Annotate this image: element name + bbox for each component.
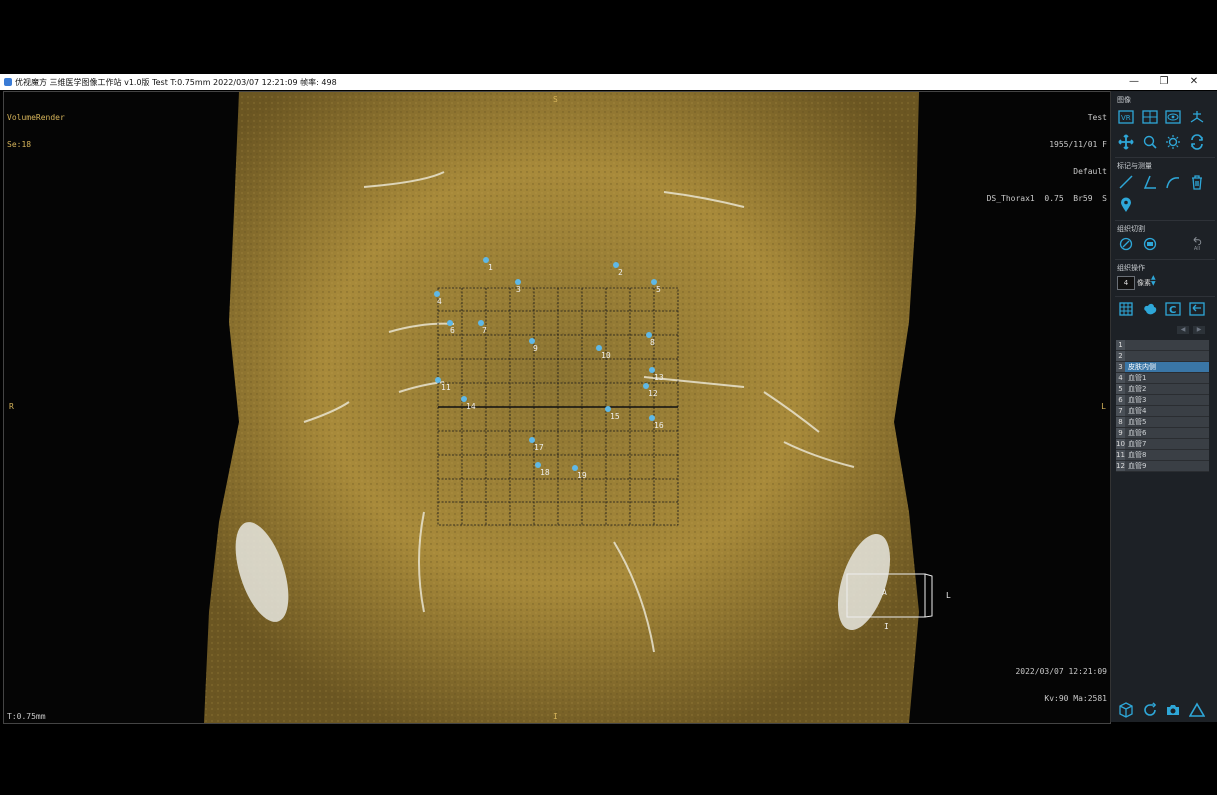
c-icon[interactable]: C <box>1164 301 1182 317</box>
svg-text:L: L <box>946 591 951 600</box>
cube-icon[interactable] <box>1117 702 1135 718</box>
rotate-icon[interactable] <box>1188 134 1206 150</box>
svg-text:8: 8 <box>650 338 655 347</box>
window-controls: — ❐ ✕ <box>1119 74 1209 90</box>
list-item[interactable]: 6 血管3 <box>1116 395 1209 406</box>
svg-text:3: 3 <box>516 285 521 294</box>
svg-text:19: 19 <box>577 471 587 480</box>
window-title: 优视魔方 三维医学图像工作站 v1.0版 Test T:0.75mm 2022/… <box>15 77 337 87</box>
list-item[interactable]: 9 血管6 <box>1116 428 1209 439</box>
cut-region-icon[interactable] <box>1141 236 1159 252</box>
trash-icon[interactable] <box>1188 174 1206 190</box>
orientation-top: S <box>553 95 558 104</box>
svg-text:A: A <box>882 588 887 597</box>
svg-text:7: 7 <box>482 326 487 335</box>
svg-text:12: 12 <box>648 389 658 398</box>
svg-text:13: 13 <box>654 373 664 382</box>
spin-arrows[interactable]: ▲ ▼ <box>1151 275 1156 287</box>
svg-text:VR: VR <box>1121 114 1131 122</box>
svg-text:6: 6 <box>450 326 455 335</box>
svg-text:16: 16 <box>654 421 664 430</box>
render-mode-label: VolumeRender Se:18 <box>7 113 65 149</box>
list-item[interactable]: 4 血管1 <box>1116 373 1209 384</box>
scissors-icon[interactable] <box>1117 236 1135 252</box>
section-ops-label: 组织操作 <box>1117 264 1145 272</box>
list-item[interactable]: 7 血管4 <box>1116 406 1209 417</box>
list-item[interactable]: 5 血管2 <box>1116 384 1209 395</box>
reset-icon[interactable] <box>1188 301 1206 317</box>
vr-icon[interactable]: VR <box>1117 109 1135 125</box>
undo-all-icon[interactable]: All <box>1188 236 1206 252</box>
svg-text:18: 18 <box>540 468 550 477</box>
grid-icon[interactable] <box>1117 301 1135 317</box>
thickness-label: T:0.75mm <box>7 712 46 721</box>
camera-icon[interactable] <box>1164 702 1182 718</box>
svg-text:10: 10 <box>601 351 611 360</box>
list-prev-button[interactable]: ◀ <box>1177 326 1189 334</box>
brightness-icon[interactable] <box>1164 134 1182 150</box>
acquisition-info: 2022/03/07 12:21:09 Kv:90 Ma:2581 <box>1015 667 1107 703</box>
list-item[interactable]: 11 血管8 <box>1116 450 1209 461</box>
angle-measure-icon[interactable] <box>1141 174 1159 190</box>
marker-3: 3 <box>515 279 521 294</box>
svg-text:1: 1 <box>488 263 493 272</box>
volume-render-image[interactable]: 1 2 3 4 5 6 7 8 9 10 11 12 13 14 15 16 1… <box>4 92 1110 723</box>
list-item-selected[interactable]: 3 皮肤内侧 <box>1116 362 1209 373</box>
list-item[interactable]: 2 <box>1116 351 1209 362</box>
eye-icon[interactable] <box>1164 109 1182 125</box>
list-item[interactable]: 1 <box>1116 340 1209 351</box>
divider <box>1115 296 1215 297</box>
pixel-unit-label: 像素 <box>1137 279 1151 287</box>
location-pin-icon[interactable] <box>1117 197 1135 213</box>
patient-info: Test 1955/11/01 F Default DS_Thorax1 0.7… <box>986 113 1107 203</box>
section-marks-label: 标记与测量 <box>1117 162 1152 170</box>
volume-render-viewport[interactable]: 1 2 3 4 5 6 7 8 9 10 11 12 13 14 15 16 1… <box>3 91 1111 724</box>
section-image-label: 图像 <box>1117 96 1131 104</box>
divider <box>1115 157 1215 158</box>
svg-text:I: I <box>884 622 889 631</box>
pixel-spinbox[interactable]: 4 <box>1117 276 1135 290</box>
refresh-icon[interactable] <box>1141 702 1159 718</box>
orientation-left: R <box>9 402 14 411</box>
svg-text:9: 9 <box>533 344 538 353</box>
svg-text:C: C <box>1169 305 1176 316</box>
svg-text:11: 11 <box>441 383 451 392</box>
control-panel: 图像 VR 标记与测量 组织切割 All 组织操作 4 像素 ▲ ▼ C ◀ ▶… <box>1110 91 1217 722</box>
divider <box>1115 220 1215 221</box>
svg-text:4: 4 <box>437 297 442 306</box>
curve-measure-icon[interactable] <box>1164 174 1182 190</box>
tissue-list: 1 2 3 皮肤内侧 4 血管1 5 血管2 6 血管3 7 血管4 8 血管5 9 血管6 … <box>1116 340 1209 472</box>
list-item[interactable]: 10 血管7 <box>1116 439 1209 450</box>
list-item[interactable]: 12 血管9 <box>1116 461 1209 472</box>
zoom-icon[interactable] <box>1141 134 1159 150</box>
list-next-button[interactable]: ▶ <box>1193 326 1205 334</box>
svg-text:14: 14 <box>466 402 476 411</box>
blob-icon[interactable] <box>1141 301 1159 317</box>
close-button[interactable]: ✕ <box>1179 74 1209 90</box>
app-icon <box>4 78 12 86</box>
triangle-icon[interactable] <box>1188 702 1206 718</box>
line-measure-icon[interactable] <box>1117 174 1135 190</box>
section-tissue-label: 组织切割 <box>1117 225 1145 233</box>
orientation-bottom: I <box>553 712 558 721</box>
axes-icon[interactable] <box>1188 109 1206 125</box>
mpr-icon[interactable] <box>1141 109 1159 125</box>
svg-text:17: 17 <box>534 443 544 452</box>
move-icon[interactable] <box>1117 134 1135 150</box>
svg-text:15: 15 <box>610 412 620 421</box>
list-item[interactable]: 8 血管5 <box>1116 417 1209 428</box>
minimize-button[interactable]: — <box>1119 74 1149 90</box>
divider <box>1115 259 1215 260</box>
undo-all-label: All <box>1193 246 1201 252</box>
svg-text:5: 5 <box>656 285 661 294</box>
maximize-button[interactable]: ❐ <box>1149 74 1179 90</box>
svg-text:2: 2 <box>618 268 623 277</box>
orientation-right: L <box>1101 402 1106 411</box>
title-bar: 优视魔方 三维医学图像工作站 v1.0版 Test T:0.75mm 2022/… <box>0 74 1217 90</box>
